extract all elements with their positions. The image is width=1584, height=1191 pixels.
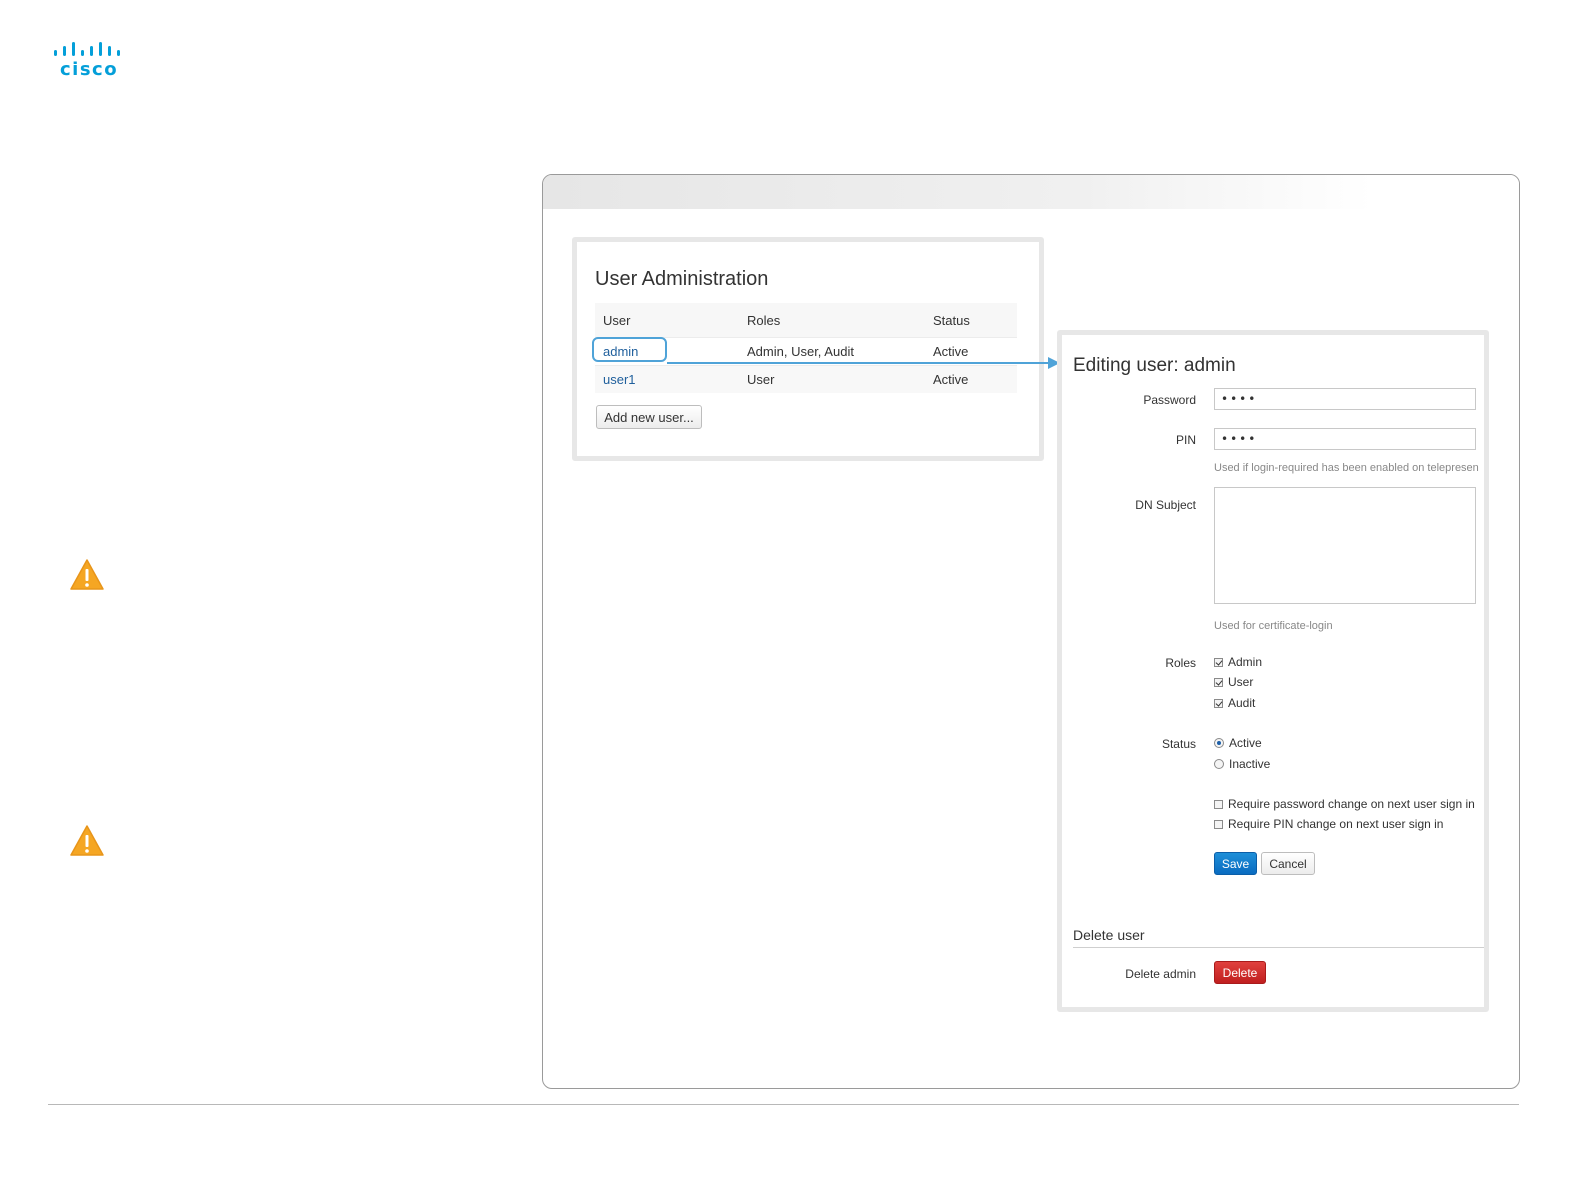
require-password-change-label: Require password change on next user sig…	[1228, 797, 1475, 811]
dn-help-text: Used for certificate-login	[1214, 620, 1333, 632]
add-new-user-button[interactable]: Add new user...	[596, 405, 702, 429]
role-user-label: User	[1228, 675, 1254, 689]
delete-admin-label: Delete admin	[1125, 967, 1196, 981]
require-pin-change-option[interactable]: Require PIN change on next user sign in	[1214, 817, 1443, 831]
column-header-roles: Roles	[741, 303, 925, 338]
pin-help-text: Used if login-required has been enabled …	[1214, 462, 1479, 474]
role-user-option[interactable]: User	[1214, 675, 1253, 689]
save-button[interactable]: Save	[1214, 852, 1257, 875]
require-password-change-option[interactable]: Require password change on next user sig…	[1214, 797, 1475, 811]
divider	[1073, 947, 1484, 948]
role-audit-checkbox[interactable]	[1214, 698, 1223, 708]
dn-subject-textarea[interactable]	[1214, 487, 1476, 604]
footer-divider	[48, 1104, 1519, 1105]
arrow-icon	[667, 357, 1060, 369]
edit-user-panel: Editing user: admin Password PIN Used if…	[1057, 330, 1489, 1012]
role-audit-option[interactable]: Audit	[1214, 696, 1255, 710]
delete-user-heading: Delete user	[1073, 927, 1145, 943]
column-header-user: User	[595, 303, 741, 338]
role-admin-label: Admin	[1228, 655, 1263, 669]
status-active-option[interactable]: Active	[1214, 736, 1262, 750]
pin-label: PIN	[1175, 433, 1196, 447]
role-admin-checkbox[interactable]	[1214, 657, 1223, 667]
status-active-radio[interactable]	[1214, 738, 1224, 748]
frame-header-bar	[543, 175, 1519, 209]
pin-field[interactable]	[1214, 428, 1476, 450]
table-header-row: User Roles Status	[595, 303, 1017, 338]
require-password-change-checkbox[interactable]	[1214, 799, 1223, 809]
status-inactive-radio[interactable]	[1214, 759, 1224, 769]
panel-title: User Administration	[595, 268, 769, 290]
warning-icon	[69, 824, 105, 858]
user-link-user1[interactable]: user1	[603, 372, 636, 387]
cisco-wordmark: cisco	[60, 59, 119, 80]
status-label: Status	[1161, 737, 1196, 751]
require-pin-change-checkbox[interactable]	[1214, 819, 1223, 829]
role-user-checkbox[interactable]	[1214, 677, 1223, 687]
column-header-status: Status	[925, 303, 1017, 338]
status-active-label: Active	[1229, 736, 1262, 750]
status-inactive-option[interactable]: Inactive	[1214, 757, 1270, 771]
role-admin-option[interactable]: Admin	[1214, 655, 1262, 669]
require-pin-change-label: Require PIN change on next user sign in	[1228, 817, 1444, 831]
warning-icon	[69, 558, 105, 592]
password-label: Password	[1143, 393, 1196, 407]
cancel-button[interactable]: Cancel	[1261, 852, 1315, 875]
delete-button[interactable]: Delete	[1214, 961, 1266, 984]
status-inactive-label: Inactive	[1229, 757, 1271, 771]
cisco-bars-icon	[54, 42, 120, 56]
edit-user-title: Editing user: admin	[1073, 355, 1236, 376]
role-audit-label: Audit	[1228, 696, 1256, 710]
password-field[interactable]	[1214, 388, 1476, 410]
admin-highlight-box	[592, 337, 667, 362]
roles-label: Roles	[1165, 656, 1196, 670]
dn-subject-label: DN Subject	[1135, 498, 1196, 512]
